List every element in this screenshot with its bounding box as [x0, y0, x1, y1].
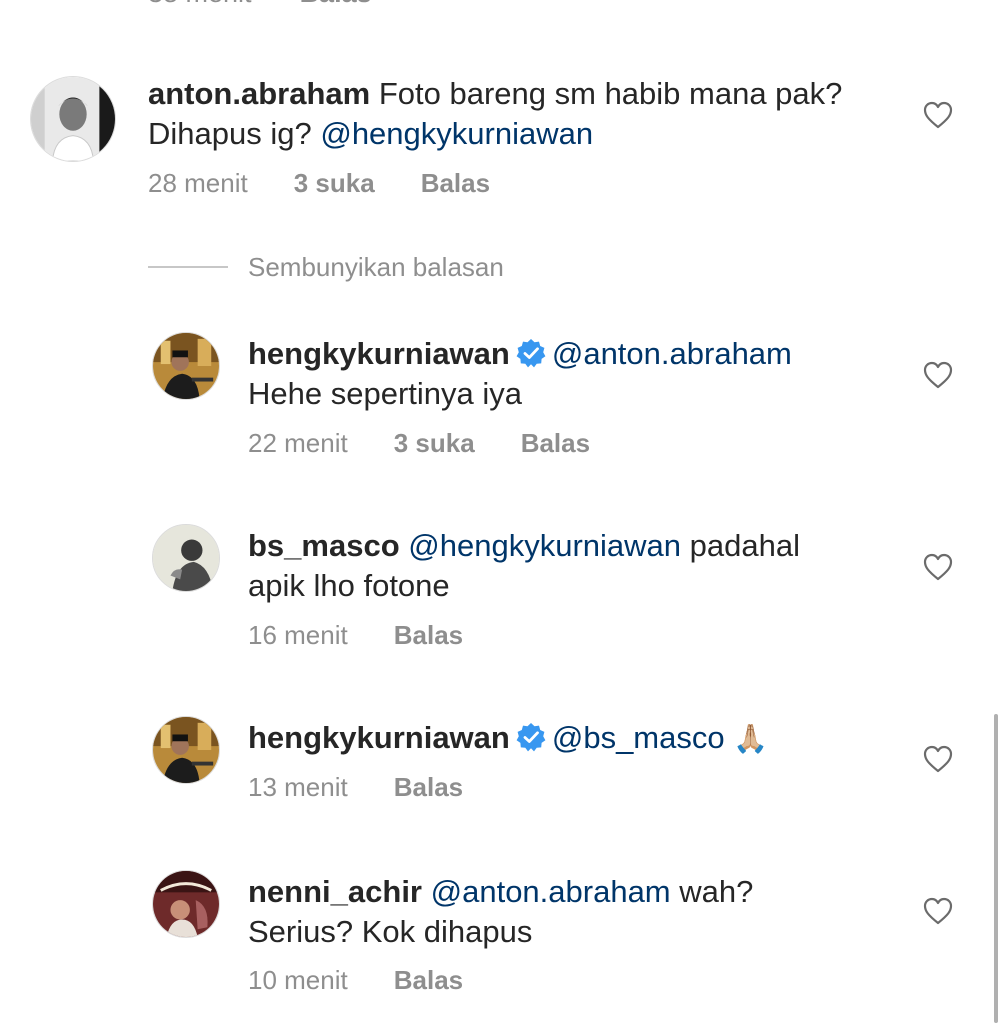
- mention-link[interactable]: @bs_masco: [552, 720, 725, 755]
- comment-body: padahal: [689, 528, 800, 563]
- avatar[interactable]: [152, 332, 220, 400]
- comment-time: 22 menit: [248, 428, 348, 458]
- comment-text: nenni_achir @anton.abraham wah? Serius? …: [248, 872, 908, 952]
- comment-time: 13 menit: [248, 772, 348, 802]
- comment-username[interactable]: bs_masco: [248, 528, 400, 563]
- comment-text: anton.abraham Foto bareng sm habib mana …: [148, 74, 908, 154]
- comment-meta: 10 menit Balas: [248, 965, 463, 996]
- comment-time: 16 menit: [248, 620, 348, 650]
- reply-button[interactable]: Balas: [394, 772, 463, 803]
- verified-badge-icon: [516, 722, 546, 752]
- comment-body: Foto bareng sm habib mana pak?: [378, 76, 843, 111]
- comment-meta: 22 menit 3 suka Balas: [248, 428, 590, 459]
- comment-username[interactable]: nenni_achir: [248, 874, 422, 909]
- scrollbar[interactable]: [994, 714, 998, 1023]
- comment-text: bs_masco @hengkykurniawan padahal apik l…: [248, 526, 908, 606]
- comment-time: 28 menit: [148, 168, 248, 198]
- heart-outline-icon[interactable]: [922, 744, 954, 774]
- reply-button[interactable]: Balas: [394, 965, 463, 996]
- comment-meta: 13 menit Balas: [248, 772, 463, 803]
- reply-button[interactable]: Balas: [300, 0, 372, 8]
- comment-body-line2: Dihapus ig?: [148, 116, 312, 151]
- previous-comment-meta: 38 menit Balas: [148, 0, 372, 9]
- comment-time: 38 menit: [148, 0, 252, 8]
- comment-username[interactable]: hengkykurniawan: [248, 720, 510, 755]
- folded-hands-emoji: 🙏🏼: [733, 723, 769, 754]
- mention-link[interactable]: @anton.abraham: [552, 336, 792, 371]
- divider: [148, 266, 228, 268]
- reply-button[interactable]: Balas: [521, 428, 590, 459]
- comment-body: wah?: [679, 874, 754, 909]
- heart-outline-icon[interactable]: [922, 896, 954, 926]
- avatar[interactable]: [30, 76, 116, 162]
- verified-badge-icon: [516, 338, 546, 368]
- heart-outline-icon[interactable]: [922, 360, 954, 390]
- likes-count[interactable]: 3 suka: [394, 428, 475, 459]
- avatar[interactable]: [152, 716, 220, 784]
- avatar[interactable]: [152, 870, 220, 938]
- comment-username[interactable]: anton.abraham: [148, 76, 370, 111]
- comment-text: hengkykurniawan @bs_masco 🙏🏼: [248, 718, 908, 759]
- comment-body-line2: apik lho fotone: [248, 568, 450, 603]
- comment-meta: 16 menit Balas: [248, 620, 463, 651]
- comment-body-line2: Serius? Kok dihapus: [248, 914, 533, 949]
- mention-link[interactable]: @hengkykurniawan: [320, 116, 593, 151]
- comment-text: hengkykurniawan @anton.abraham Hehe seper…: [248, 334, 908, 414]
- comment-body: Hehe sepertinya iya: [248, 376, 522, 411]
- reply-button[interactable]: Balas: [421, 168, 490, 199]
- comment-time: 10 menit: [248, 965, 348, 995]
- mention-link[interactable]: @hengkykurniawan: [408, 528, 681, 563]
- comment-meta: 28 menit 3 suka Balas: [148, 168, 490, 199]
- heart-outline-icon[interactable]: [922, 552, 954, 582]
- heart-outline-icon[interactable]: [922, 100, 954, 130]
- mention-link[interactable]: @anton.abraham: [431, 874, 671, 909]
- reply-button[interactable]: Balas: [394, 620, 463, 651]
- likes-count[interactable]: 3 suka: [294, 168, 375, 199]
- hide-replies-label[interactable]: Sembunyikan balasan: [248, 252, 504, 283]
- avatar[interactable]: [152, 524, 220, 592]
- hide-replies-toggle[interactable]: Sembunyikan balasan: [148, 250, 504, 284]
- comment-username[interactable]: hengkykurniawan: [248, 336, 510, 371]
